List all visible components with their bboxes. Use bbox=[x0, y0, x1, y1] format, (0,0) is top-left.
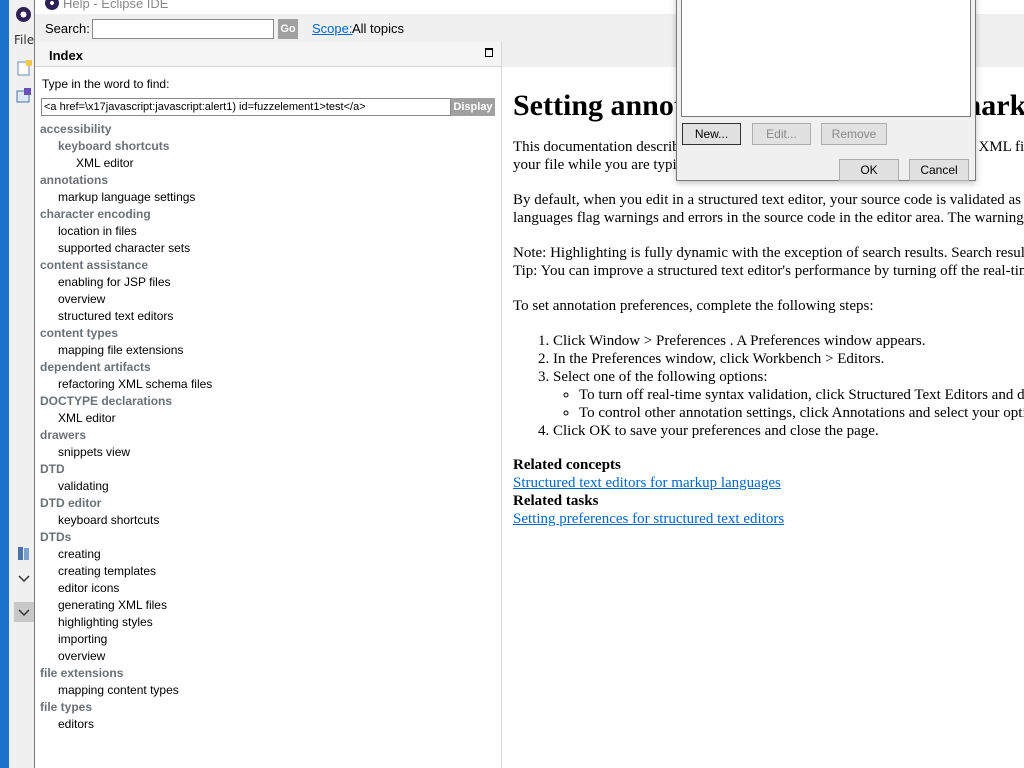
file-menu[interactable]: File bbox=[14, 33, 34, 47]
note-text: Note: Highlighting is fully dynamic with… bbox=[513, 245, 1024, 261]
related-section: Related concepts Structured text editors… bbox=[513, 456, 1024, 528]
index-keyword[interactable]: file extensions bbox=[40, 665, 495, 682]
index-keyword[interactable]: annotations bbox=[40, 172, 495, 189]
cancel-button[interactable]: Cancel bbox=[909, 159, 969, 181]
index-entry[interactable]: highlighting styles bbox=[40, 614, 495, 631]
chevron-down-icon[interactable] bbox=[14, 602, 34, 622]
library-icon[interactable] bbox=[14, 544, 34, 564]
step-item: Click OK to save your preferences and cl… bbox=[553, 422, 1024, 440]
index-entry[interactable]: mapping content types bbox=[40, 682, 495, 699]
option-item: To turn off real-time syntax validation,… bbox=[579, 386, 1024, 404]
index-keyword[interactable]: file types bbox=[40, 699, 495, 716]
index-entry[interactable]: editors bbox=[40, 716, 495, 733]
step-text: Select one of the following options: bbox=[553, 369, 768, 385]
paragraph-text: languages flag warnings and errors in th… bbox=[513, 210, 1024, 226]
index-entry[interactable]: importing bbox=[40, 631, 495, 648]
index-entry[interactable]: XML editor bbox=[40, 410, 495, 427]
index-entry[interactable]: creating templates bbox=[40, 563, 495, 580]
display-button[interactable]: Display bbox=[451, 98, 495, 116]
index-entry[interactable]: supported character sets bbox=[40, 240, 495, 257]
eclipse-logo-icon bbox=[45, 0, 59, 10]
paragraph-text: To set annotation preferences, complete … bbox=[513, 298, 874, 314]
index-title: Index bbox=[49, 48, 83, 63]
eclipse-logo-icon bbox=[16, 7, 31, 22]
go-button[interactable]: Go bbox=[278, 19, 298, 39]
index-entry[interactable]: mapping file extensions bbox=[40, 342, 495, 359]
remove-button[interactable]: Remove bbox=[821, 123, 887, 145]
index-entry[interactable]: keyboard shortcuts bbox=[40, 512, 495, 529]
new-file-icon[interactable] bbox=[14, 58, 34, 78]
step-item: Click Window > Preferences . A Preferenc… bbox=[553, 332, 1024, 350]
index-find-input[interactable]: <a href=\x17javascript:javascript:alert1… bbox=[41, 98, 451, 116]
index-entry[interactable]: creating bbox=[40, 546, 495, 563]
maximize-icon[interactable] bbox=[485, 48, 493, 57]
new-button[interactable]: New... bbox=[682, 123, 741, 145]
steps-list: Click Window > Preferences . A Preferenc… bbox=[513, 332, 1024, 440]
index-entry[interactable]: keyboard shortcuts bbox=[40, 138, 495, 155]
related-concepts-heading: Related concepts bbox=[513, 457, 621, 473]
workspace-icon[interactable] bbox=[14, 86, 34, 106]
window-title: Help - Eclipse IDE bbox=[63, 0, 169, 11]
scope-link[interactable]: Scope: bbox=[312, 21, 352, 36]
index-entry[interactable]: generating XML files bbox=[40, 597, 495, 614]
index-keyword[interactable]: DTD bbox=[40, 461, 495, 478]
index-entry[interactable]: enabling for JSP files bbox=[40, 274, 495, 291]
index-entry[interactable]: editor icons bbox=[40, 580, 495, 597]
preferences-dialog: New... Edit... Remove OK Cancel bbox=[676, 0, 976, 181]
preferences-list[interactable] bbox=[681, 0, 971, 117]
index-entry[interactable]: location in files bbox=[40, 223, 495, 240]
index-keyword[interactable]: drawers bbox=[40, 427, 495, 444]
tip-text: Tip: You can improve a structured text e… bbox=[513, 263, 1024, 279]
index-list: accessibility keyboard shortcuts XML edito… bbox=[40, 121, 495, 733]
chevron-down-icon[interactable] bbox=[14, 568, 34, 588]
index-keyword[interactable]: DTD editor bbox=[40, 495, 495, 512]
desktop-background bbox=[0, 0, 9, 768]
edit-button[interactable]: Edit... bbox=[752, 123, 811, 145]
index-keyword[interactable]: content types bbox=[40, 325, 495, 342]
index-entry[interactable]: snippets view bbox=[40, 444, 495, 461]
index-keyword[interactable]: content assistance bbox=[40, 257, 495, 274]
paragraph-text: By default, when you edit in a structure… bbox=[513, 192, 1024, 208]
step-item: Select one of the following options: To … bbox=[553, 368, 1024, 422]
ok-button[interactable]: OK bbox=[839, 159, 899, 181]
index-entry[interactable]: XML editor bbox=[40, 155, 495, 172]
find-label: Type in the word to find: bbox=[42, 77, 170, 91]
related-tasks-link[interactable]: Setting preferences for structured text … bbox=[513, 511, 784, 527]
option-item: To control other annotation settings, cl… bbox=[579, 404, 1024, 422]
index-entry[interactable]: refactoring XML schema files bbox=[40, 376, 495, 393]
scope-value: All topics bbox=[352, 21, 405, 36]
index-entry[interactable]: overview bbox=[40, 291, 495, 308]
index-keyword[interactable]: DOCTYPE declarations bbox=[40, 393, 495, 410]
index-panel: Index Type in the word to find: <a href=… bbox=[35, 42, 502, 768]
step-item: In the Preferences window, click Workben… bbox=[553, 350, 1024, 368]
index-keyword[interactable]: dependent artifacts bbox=[40, 359, 495, 376]
index-entry[interactable]: markup language settings bbox=[40, 189, 495, 206]
search-input[interactable] bbox=[92, 19, 274, 39]
index-header: Index bbox=[35, 42, 501, 67]
related-tasks-heading: Related tasks bbox=[513, 493, 599, 509]
index-entry[interactable]: validating bbox=[40, 478, 495, 495]
index-keyword[interactable]: DTDs bbox=[40, 529, 495, 546]
index-entry[interactable]: overview bbox=[40, 648, 495, 665]
search-label: Search: bbox=[45, 21, 90, 36]
options-list: To turn off real-time syntax validation,… bbox=[553, 386, 1024, 422]
index-keyword[interactable]: accessibility bbox=[40, 121, 495, 138]
index-keyword[interactable]: character encoding bbox=[40, 206, 495, 223]
related-concepts-link[interactable]: Structured text editors for markup langu… bbox=[513, 475, 781, 491]
index-entry[interactable]: structured text editors bbox=[40, 308, 495, 325]
